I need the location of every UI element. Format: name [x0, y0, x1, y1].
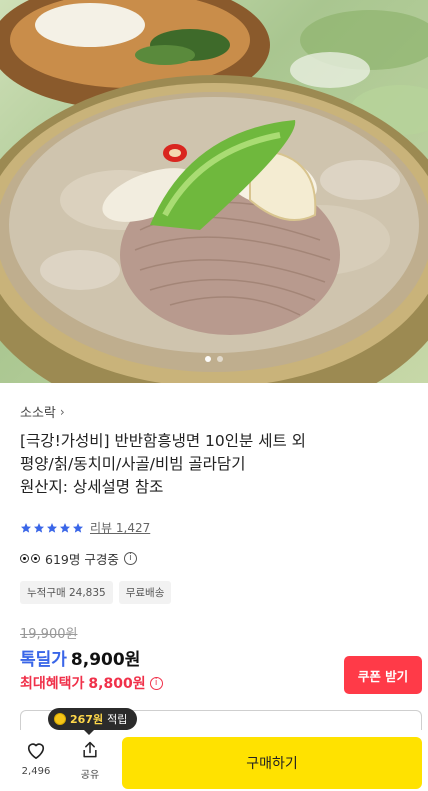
product-tags: 누적구매 24,835 무료배송 [20, 581, 172, 604]
title-line-1: [극강!가성비] 반반함흥냉면 10인분 세트 외 [20, 432, 306, 450]
star-icon [73, 522, 83, 533]
gallery-dot [217, 356, 223, 362]
brand-link[interactable]: 소소락 › [20, 402, 65, 422]
rating-row: 리뷰 1,427 [20, 519, 150, 536]
coupon-button[interactable]: 쿠폰 받기 [344, 656, 422, 694]
points-badge: 267원 적립 [48, 708, 138, 735]
like-button[interactable]: 2,496 [16, 740, 56, 788]
gallery-dot-active [205, 356, 211, 362]
coin-icon [54, 713, 66, 725]
info-icon[interactable]: i [123, 552, 137, 565]
deal-price-row: 톡딜가 8,900원 [20, 645, 140, 670]
viewing-now: 619명 구경중 i [20, 549, 137, 568]
points-amount: 267원 [70, 713, 104, 726]
share-label: 공유 [80, 770, 100, 781]
tag-free-shipping: 무료배송 [118, 581, 172, 604]
share-icon [83, 741, 97, 758]
info-icon[interactable]: i [149, 676, 163, 690]
title-line-2: 평양/칡/동치미/사골/비빔 골라담기 [20, 455, 246, 473]
product-image[interactable] [0, 0, 428, 383]
star-icon [47, 522, 57, 533]
star-icon [21, 522, 31, 533]
points-suffix: 적립 [107, 713, 128, 726]
product-title: [극강!가성비] 반반함흥냉면 10인분 세트 외 평양/칡/동치미/사골/비빔… [20, 430, 410, 499]
brand-name: 소소락 [20, 406, 56, 421]
star-icon [34, 522, 44, 533]
eyes-icon [20, 554, 40, 563]
star-icon [60, 522, 70, 533]
deal-label: 톡딜가 [20, 650, 67, 670]
max-benefit-price: 8,800원 [88, 676, 146, 692]
viewing-text: 619명 구경중 [45, 552, 119, 567]
chevron-right-icon: › [59, 404, 65, 419]
buy-button[interactable]: 구매하기 [122, 737, 422, 789]
review-count-link[interactable]: 리뷰 1,427 [90, 519, 150, 536]
like-count: 2,496 [21, 766, 51, 777]
gallery-indicator [0, 356, 428, 362]
share-button[interactable]: 공유 [70, 740, 110, 788]
title-line-3: 원산지: 상세설명 참조 [20, 478, 164, 496]
max-benefit-row: 최대혜택가 8,800원 i [20, 673, 163, 693]
tag-total-purchases: 누적구매 24,835 [20, 581, 113, 604]
original-price: 19,900원 [20, 627, 78, 642]
heart-icon [27, 743, 45, 759]
deal-price: 8,900원 [70, 650, 141, 670]
max-benefit-label: 최대혜택가 [20, 676, 85, 692]
naengmyeon-photo [0, 0, 428, 383]
rating-stars [20, 522, 84, 534]
